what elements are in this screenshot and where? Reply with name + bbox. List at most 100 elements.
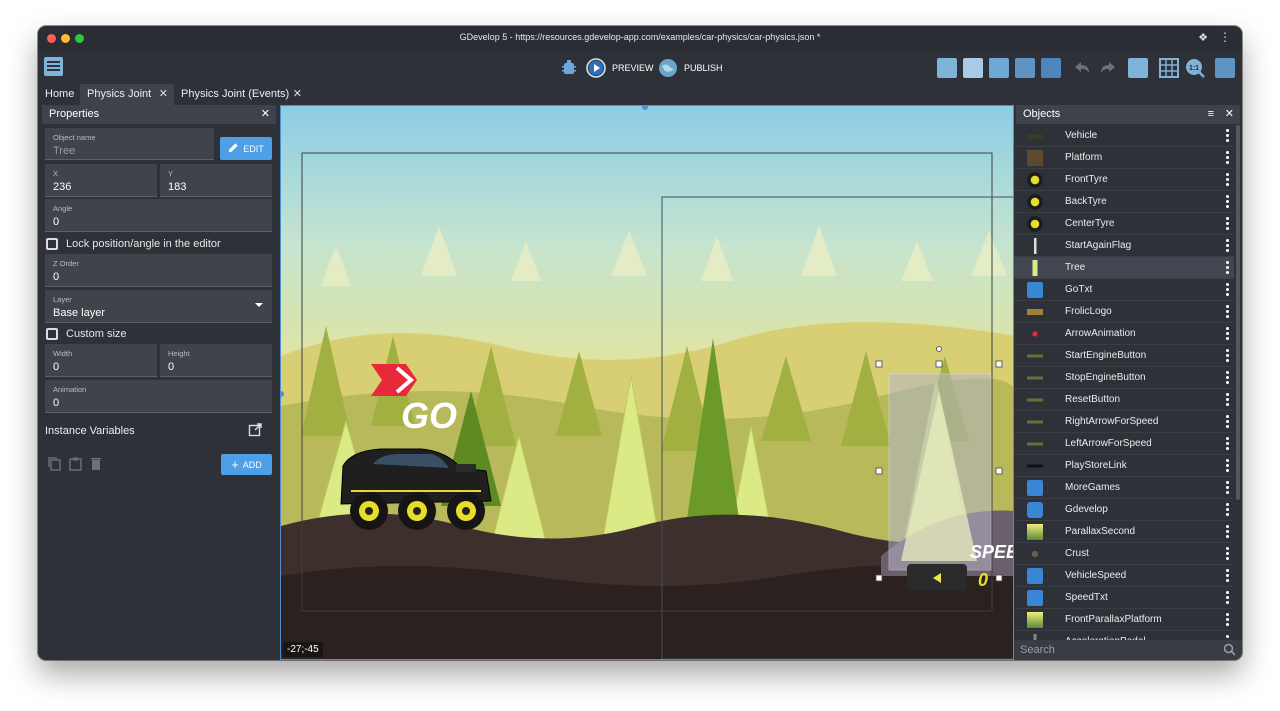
width-field[interactable]: Width 0 <box>45 344 157 377</box>
more-options-icon[interactable] <box>1226 261 1230 275</box>
object-item[interactable]: Gdevelop <box>1014 499 1234 521</box>
publish-button[interactable]: PUBLISH <box>658 58 723 78</box>
search-icon[interactable] <box>1223 643 1236 660</box>
objects-scrollbar[interactable] <box>1236 125 1240 500</box>
preview-button[interactable]: PREVIEW <box>586 58 654 78</box>
object-item[interactable]: Platform <box>1014 147 1234 169</box>
more-options-icon[interactable] <box>1226 371 1230 385</box>
tab-physics-joint-events[interactable]: Physics Joint (Events) ✕ <box>174 84 308 105</box>
more-options-icon[interactable] <box>1226 195 1230 209</box>
z-order-field[interactable]: Z Order 0 <box>45 254 272 287</box>
objects-list: Vehicle Platform FrontTyre BackTyre CenterTy… <box>1014 125 1234 640</box>
object-item[interactable]: SpeedTxt <box>1014 587 1234 609</box>
scene-canvas[interactable]: SPEE 0 GO -27;-45 <box>280 105 1014 660</box>
more-options-icon[interactable] <box>1226 591 1230 605</box>
angle-field[interactable]: Angle 0 <box>45 199 272 232</box>
custom-size-row[interactable]: Custom size <box>46 326 127 342</box>
more-options-icon[interactable] <box>1226 525 1230 539</box>
y-field[interactable]: Y 183 <box>160 164 272 197</box>
layer-value: Base layer <box>53 307 105 319</box>
scene-properties-icon[interactable] <box>1215 58 1235 78</box>
object-item[interactable]: ArrowAnimation <box>1014 323 1234 345</box>
copy-icon[interactable] <box>48 457 61 476</box>
add-variable-button[interactable]: + ADD <box>221 454 272 475</box>
tab-physics-joint[interactable]: Physics Joint ✕ <box>80 84 174 105</box>
window-mask-icon[interactable] <box>1128 58 1148 78</box>
object-item[interactable]: Vehicle <box>1014 125 1234 147</box>
object-item[interactable]: Tree <box>1014 257 1234 279</box>
more-options-icon[interactable] <box>1226 547 1230 561</box>
object-item[interactable]: MoreGames <box>1014 477 1234 499</box>
more-options-icon[interactable]: ⋮ <box>1219 30 1231 44</box>
layer-select[interactable]: Layer Base layer <box>45 290 272 323</box>
more-options-icon[interactable] <box>1226 349 1230 363</box>
more-options-icon[interactable] <box>1226 393 1230 407</box>
object-item[interactable]: RightArrowForSpeed <box>1014 411 1234 433</box>
zoom-reset-icon[interactable]: 1:1 <box>1185 58 1205 78</box>
object-item[interactable]: ResetButton <box>1014 389 1234 411</box>
more-options-icon[interactable] <box>1226 481 1230 495</box>
more-options-icon[interactable] <box>1226 503 1230 517</box>
plus-icon: + <box>231 456 239 472</box>
object-item[interactable]: AccelerationPedal <box>1014 631 1234 640</box>
close-panel-icon[interactable]: ✕ <box>261 105 270 124</box>
filter-icon[interactable]: ≡ <box>1208 105 1214 124</box>
more-options-icon[interactable] <box>1226 569 1230 583</box>
x-field[interactable]: X 236 <box>45 164 157 197</box>
object-item[interactable]: FrontTyre <box>1014 169 1234 191</box>
properties-edit-icon[interactable] <box>989 58 1009 78</box>
more-options-icon[interactable] <box>1226 151 1230 165</box>
more-options-icon[interactable] <box>1226 437 1230 451</box>
search-input[interactable] <box>1020 643 1210 657</box>
more-options-icon[interactable] <box>1226 283 1230 297</box>
grid-icon[interactable] <box>1159 58 1179 78</box>
more-options-icon[interactable] <box>1226 173 1230 187</box>
more-options-icon[interactable] <box>1226 305 1230 319</box>
close-tab-icon[interactable]: ✕ <box>293 84 302 105</box>
object-item[interactable]: GoTxt <box>1014 279 1234 301</box>
object-groups-icon[interactable] <box>963 58 983 78</box>
object-item[interactable]: FrolicLogo <box>1014 301 1234 323</box>
height-field[interactable]: Height 0 <box>160 344 272 377</box>
layers-icon[interactable] <box>1041 58 1061 78</box>
more-options-icon[interactable] <box>1226 613 1230 627</box>
tab-home[interactable]: Home <box>38 84 80 105</box>
object-item[interactable]: CenterTyre <box>1014 213 1234 235</box>
object-item[interactable]: PlayStoreLink <box>1014 455 1234 477</box>
debugger-icon[interactable] <box>560 59 578 77</box>
object-name-label: Object name <box>53 133 96 142</box>
more-options-icon[interactable] <box>1226 327 1230 341</box>
paste-icon[interactable] <box>69 457 82 476</box>
lock-checkbox[interactable] <box>46 238 58 250</box>
extensions-icon[interactable]: ❖ <box>1198 31 1208 44</box>
custom-size-checkbox[interactable] <box>46 328 58 340</box>
more-options-icon[interactable] <box>1226 459 1230 473</box>
more-options-icon[interactable] <box>1226 129 1230 143</box>
close-panel-icon[interactable]: ✕ <box>1225 105 1234 124</box>
lock-checkbox-row[interactable]: Lock position/angle in the editor <box>46 236 221 252</box>
close-tab-icon[interactable]: ✕ <box>159 84 168 105</box>
object-item[interactable]: StartEngineButton <box>1014 345 1234 367</box>
instances-list-icon[interactable] <box>1015 58 1035 78</box>
object-item[interactable]: StopEngineButton <box>1014 367 1234 389</box>
object-item[interactable]: BackTyre <box>1014 191 1234 213</box>
more-options-icon[interactable] <box>1226 239 1230 253</box>
edit-label: EDIT <box>243 143 264 154</box>
object-item[interactable]: Crust <box>1014 543 1234 565</box>
animation-field[interactable]: Animation 0 <box>45 380 272 413</box>
object-item[interactable]: StartAgainFlag <box>1014 235 1234 257</box>
object-item[interactable]: LeftArrowForSpeed <box>1014 433 1234 455</box>
edit-object-button[interactable]: EDIT <box>220 137 272 160</box>
object-item[interactable]: FrontParallaxPlatform <box>1014 609 1234 631</box>
undo-icon[interactable] <box>1072 58 1092 78</box>
project-manager-icon[interactable] <box>44 57 63 76</box>
delete-icon[interactable] <box>90 457 102 476</box>
more-options-icon[interactable] <box>1226 217 1230 231</box>
redo-icon[interactable] <box>1098 58 1118 78</box>
objects-panel-icon[interactable] <box>937 58 957 78</box>
object-item[interactable]: ParallaxSecond <box>1014 521 1234 543</box>
flag-thumb <box>1027 238 1043 254</box>
more-options-icon[interactable] <box>1226 415 1230 429</box>
open-external-icon[interactable] <box>248 423 262 442</box>
object-item[interactable]: VehicleSpeed <box>1014 565 1234 587</box>
